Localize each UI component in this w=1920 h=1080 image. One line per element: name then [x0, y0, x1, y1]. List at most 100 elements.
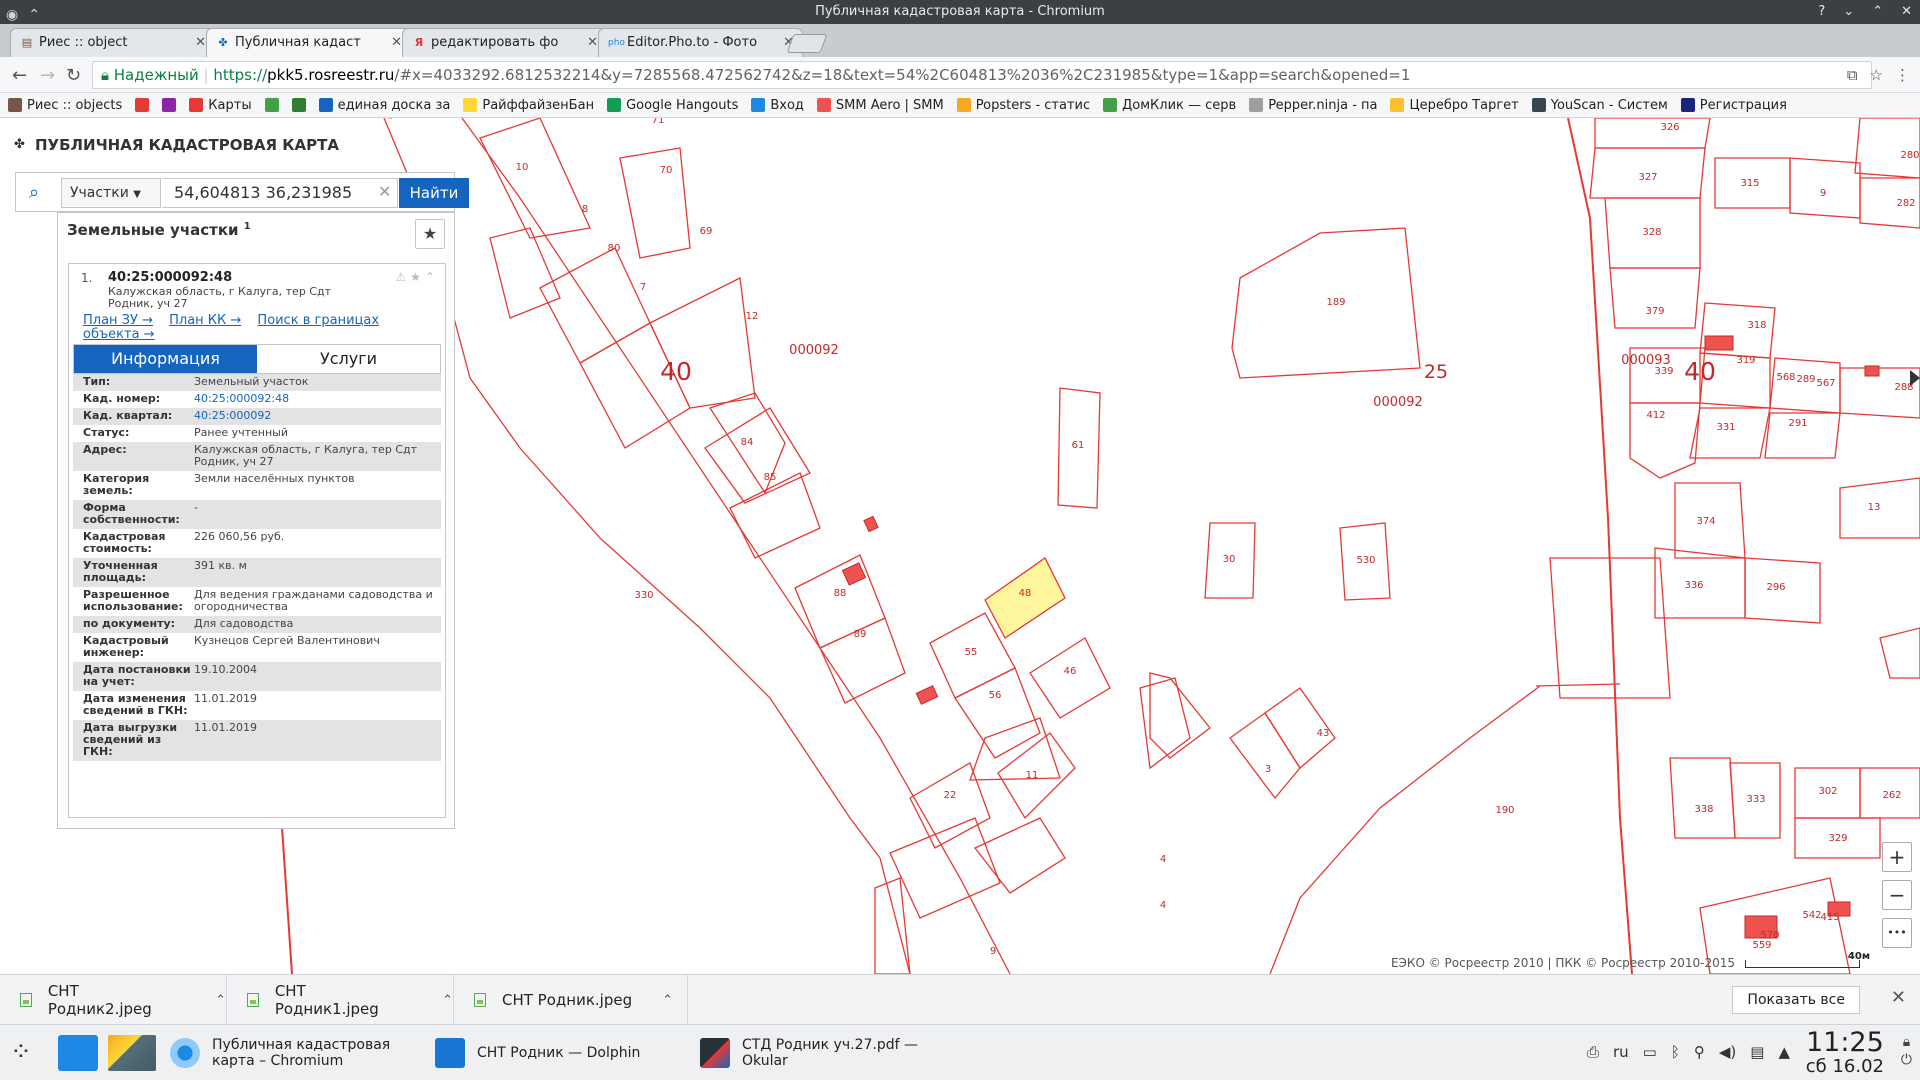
- chevron-up-icon[interactable]: ⌃: [442, 993, 453, 1008]
- download-item[interactable]: СНТ Родник1.jpeg ⌃: [227, 975, 454, 1025]
- volume-icon[interactable]: ◀︎): [1719, 1043, 1736, 1061]
- bookmark-item[interactable]: [264, 98, 279, 112]
- bookmark-item[interactable]: [162, 98, 177, 112]
- printer-icon[interactable]: ⎙: [1587, 1043, 1599, 1061]
- bookmark-item[interactable]: ДомКлик — серв: [1103, 98, 1236, 113]
- bookmark-item[interactable]: Церебро Таргет: [1390, 98, 1519, 113]
- bookmark-item[interactable]: Pepper.ninja - па: [1249, 98, 1377, 113]
- tab-services[interactable]: Услуги: [257, 345, 440, 373]
- minimize-icon[interactable]: ⌄: [1843, 0, 1854, 24]
- bookmark-item[interactable]: SMM Aero | SMM: [816, 98, 944, 113]
- bookmark-item[interactable]: Карты: [189, 98, 252, 113]
- show-all-button[interactable]: Показать все: [1732, 986, 1860, 1014]
- bluetooth-icon[interactable]: ᛒ: [1671, 1043, 1680, 1061]
- clear-icon[interactable]: ✕: [378, 182, 391, 201]
- folder-icon[interactable]: [58, 1035, 98, 1071]
- bookmark-item[interactable]: Вход: [751, 98, 804, 113]
- more-tools-button[interactable]: •••: [1882, 918, 1912, 948]
- zoom-in-button[interactable]: +: [1882, 842, 1912, 872]
- bookmark-item[interactable]: YouScan - Систем: [1531, 98, 1668, 113]
- bookmark-label: единая доска за: [337, 97, 451, 113]
- plan-zu-link[interactable]: План ЗУ →: [83, 313, 153, 328]
- star-icon[interactable]: ★: [410, 270, 421, 284]
- display-icon[interactable]: ▭: [1643, 1043, 1657, 1061]
- close-icon[interactable]: ✕: [1891, 987, 1906, 1008]
- forward-arrow-icon[interactable]: →: [40, 65, 55, 86]
- chevron-up-icon[interactable]: ⌃: [662, 993, 673, 1008]
- reload-icon[interactable]: ↻: [66, 65, 81, 86]
- search-icon[interactable]: ⌕: [29, 182, 39, 203]
- bookmark-favicon-icon: [956, 98, 971, 112]
- boundary-line: [1269, 685, 1541, 974]
- search-type-select[interactable]: Участки ▼: [61, 178, 161, 208]
- bookmark-item[interactable]: единая доска за: [318, 97, 451, 113]
- warning-icon[interactable]: ⚠: [395, 270, 406, 284]
- boundary-line: [461, 118, 1011, 974]
- zoom-out-button[interactable]: −: [1882, 880, 1912, 910]
- rosreestr-icon: ✤: [218, 36, 228, 49]
- taskbar-app-chromium[interactable]: Публичная кадастровая карта – Chromium: [170, 1031, 430, 1075]
- help-icon[interactable]: ?: [1818, 0, 1825, 24]
- bookmark-item[interactable]: Google Hangouts: [607, 98, 738, 113]
- info-key: Категория земель:: [83, 472, 150, 497]
- info-row: Кадастровая стоимость: 226 060,56 руб.: [73, 529, 441, 558]
- plan-kk-link[interactable]: План КК →: [169, 313, 241, 328]
- address-bar[interactable]: 🔒︎ Надежный | https://pkk5.rosreestr.ru/…: [92, 61, 1872, 89]
- parcel-outline: [874, 877, 911, 974]
- info-row: Дата изменения сведений в ГКН: 11.01.2019: [73, 691, 441, 720]
- chevron-up-icon[interactable]: ⌃: [215, 993, 226, 1008]
- tab-yandex[interactable]: Я редактировать фо ✕: [402, 28, 607, 57]
- taskbar-app-okular[interactable]: СТД Родник уч.27.pdf — Okular: [700, 1031, 960, 1075]
- close-icon[interactable]: ✕: [587, 35, 598, 50]
- parcel-number-label: 10: [516, 162, 529, 173]
- search-input[interactable]: 54,604813 36,231985: [162, 178, 398, 208]
- tab-info[interactable]: Информация: [74, 345, 257, 373]
- parcel-outline: [619, 147, 691, 259]
- close-icon[interactable]: ✕: [391, 35, 402, 50]
- info-row: Форма собственности: -: [73, 500, 441, 529]
- parcel-number-label: 374: [1696, 516, 1715, 527]
- keyboard-layout[interactable]: ru: [1613, 1043, 1629, 1061]
- favorites-button[interactable]: ★: [415, 219, 445, 249]
- info-key: Кадастровая стоимость:: [83, 530, 166, 555]
- tray-expand-icon[interactable]: ▲: [1778, 1043, 1790, 1061]
- bookmark-item[interactable]: [135, 98, 150, 112]
- tab-phototo[interactable]: pho Editor.Pho.to - Фото ✕: [598, 28, 803, 57]
- image-viewer-icon[interactable]: [108, 1035, 156, 1071]
- parcel-number-label: 9: [990, 946, 996, 957]
- tab-pkk[interactable]: ✤ Публичная кадаст ✕: [206, 28, 411, 57]
- translate-icon[interactable]: ⧉: [1847, 66, 1858, 84]
- parcel-number-label: 338: [1694, 804, 1713, 815]
- clipboard-icon[interactable]: ▤: [1750, 1043, 1764, 1061]
- bookmark-item[interactable]: Регистрация: [1680, 98, 1787, 113]
- download-item[interactable]: СНТ Родник.jpeg ⌃: [454, 975, 688, 1025]
- tab-ries[interactable]: ▤ Риес :: object ✕: [10, 28, 215, 57]
- back-arrow-icon[interactable]: ←: [12, 65, 27, 86]
- building: [841, 562, 867, 586]
- lock-screen-icon[interactable]: 🔒︎: [1901, 1033, 1912, 1051]
- bookmark-star-icon[interactable]: ☆: [1870, 66, 1883, 84]
- menu-icon[interactable]: ⋮: [1895, 66, 1910, 84]
- network-icon[interactable]: ⚲: [1694, 1043, 1705, 1061]
- parcel-number-label: 46: [1064, 666, 1077, 677]
- download-item[interactable]: СНТ Родник2.jpeg ⌃: [0, 975, 227, 1025]
- map-attribution: ЕЭКО © Росреестр 2010 | ПКК © Росреестр …: [1390, 956, 1735, 970]
- new-tab-button[interactable]: [786, 34, 828, 53]
- parcel-number-label: 89: [854, 629, 867, 640]
- power-icon[interactable]: ⏻: [1901, 1051, 1912, 1069]
- chevron-up-icon[interactable]: ⌃: [425, 270, 435, 284]
- maximize-icon[interactable]: ⌃: [1872, 0, 1883, 24]
- info-value[interactable]: 40:25:000092: [194, 410, 439, 422]
- close-icon[interactable]: ✕: [195, 35, 206, 50]
- info-value[interactable]: 40:25:000092:48: [194, 393, 439, 405]
- bookmark-item[interactable]: Риес :: objects: [8, 98, 122, 113]
- clock[interactable]: 11:25 сб 16.02: [1806, 1029, 1884, 1077]
- bookmark-item[interactable]: РайффайзенБан: [463, 98, 594, 113]
- bookmark-item[interactable]: [291, 98, 306, 112]
- app-launcher-icon[interactable]: ⁘: [10, 1037, 32, 1067]
- find-button[interactable]: Найти: [399, 178, 469, 208]
- portal-title[interactable]: ✤ ПУБЛИЧНАЯ КАДАСТРОВАЯ КАРТА: [14, 136, 339, 154]
- close-icon[interactable]: ✕: [1901, 0, 1912, 24]
- taskbar-app-dolphin[interactable]: СНТ Родник — Dolphin: [435, 1031, 685, 1075]
- bookmark-item[interactable]: Popsters - статис: [956, 98, 1090, 113]
